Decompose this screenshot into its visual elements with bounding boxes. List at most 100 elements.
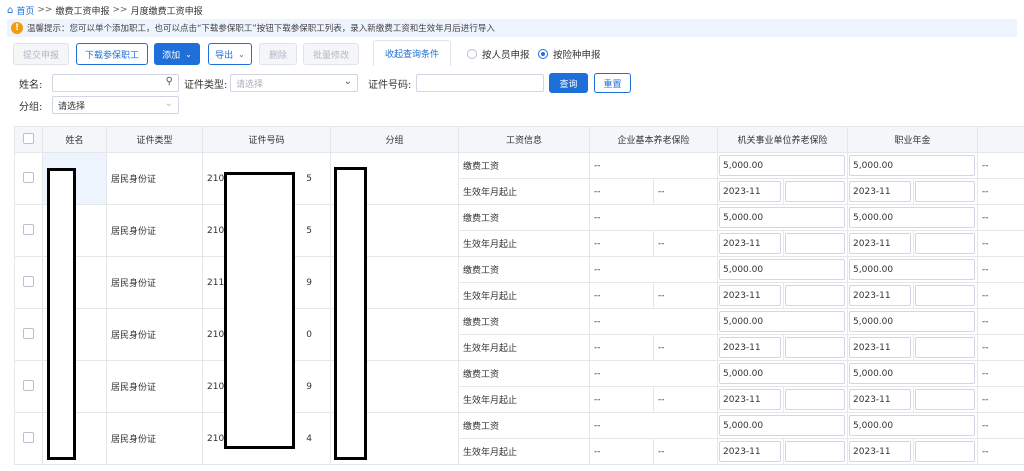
- table-row: 美居民身份证2104缴费工资--5,000.005,000.00--: [14, 412, 1024, 465]
- enterprise-pension-end-cell: --: [652, 230, 719, 257]
- enterprise-pension-wage-cell: --: [588, 204, 719, 231]
- add-button[interactable]: 添加 ⌄: [154, 43, 200, 65]
- search-icon[interactable]: ⚲: [166, 76, 173, 87]
- group-label: 分组:: [19, 102, 43, 113]
- table-row: 美居民身份证2105缴费工资--5,000.005,000.00--: [14, 204, 1024, 257]
- occupational-annuity-wage-input[interactable]: 5,000.00: [849, 363, 976, 384]
- submit-button[interactable]: 提交申报: [13, 43, 69, 65]
- institution-pension-end-input[interactable]: [785, 233, 846, 254]
- row-checkbox[interactable]: [14, 412, 43, 465]
- occupational-annuity-wage-input[interactable]: 5,000.00: [849, 311, 976, 332]
- tab-collapse-query[interactable]: 收起查询条件: [373, 40, 451, 66]
- institution-pension-wage-input[interactable]: 5,000.00: [719, 207, 846, 228]
- enterprise-pension-end-cell: --: [652, 178, 719, 205]
- start-period-label-cell: 生效年月起止: [458, 230, 590, 257]
- occupational-annuity-start-input[interactable]: 2023-11: [849, 389, 912, 410]
- row-checkbox[interactable]: [14, 360, 43, 413]
- reset-button[interactable]: 重置: [594, 73, 631, 93]
- chevron-down-icon: ⌄: [164, 98, 173, 109]
- occupational-annuity-wage-input[interactable]: 5,000.00: [849, 155, 976, 176]
- occupational-annuity-end-input[interactable]: [915, 285, 976, 306]
- enterprise-pension-end-cell: --: [652, 334, 719, 361]
- occupational-annuity-start-input[interactable]: 2023-11: [849, 337, 912, 358]
- extra-cell: --: [977, 152, 1024, 179]
- institution-pension-end-input[interactable]: [785, 285, 846, 306]
- occupational-annuity-start-cell: 2023-11: [847, 386, 915, 413]
- institution-pension-wage-input[interactable]: 5,000.00: [719, 363, 846, 384]
- column-header: 职业年金: [847, 126, 979, 153]
- name-input[interactable]: ⚲: [52, 74, 179, 92]
- extra-cell: --: [977, 282, 1024, 309]
- id-type-placeholder: 请选择: [236, 79, 264, 90]
- institution-pension-wage-input[interactable]: 5,000.00: [719, 311, 846, 332]
- delete-button[interactable]: 删除: [259, 43, 297, 65]
- export-label: 导出: [215, 50, 234, 61]
- occupational-annuity-start-input[interactable]: 2023-11: [849, 181, 912, 202]
- institution-pension-end-cell: [783, 178, 849, 205]
- id-number-input[interactable]: [416, 74, 544, 92]
- id-type-cell: 居民身份证: [106, 360, 203, 413]
- institution-pension-end-input[interactable]: [785, 181, 846, 202]
- group-select[interactable]: 请选择 ⌄: [52, 96, 179, 114]
- institution-pension-start-input[interactable]: 2023-11: [719, 233, 782, 254]
- occupational-annuity-end-cell: [913, 334, 979, 361]
- institution-pension-start-input[interactable]: 2023-11: [719, 441, 782, 462]
- id-number-prefix: 210: [207, 381, 225, 392]
- download-employees-button[interactable]: 下载参保职工: [76, 43, 148, 65]
- query-button[interactable]: 查询: [549, 73, 588, 93]
- enterprise-pension-wage-cell: --: [588, 360, 719, 387]
- wage-label-cell: 缴费工资: [458, 308, 590, 335]
- occupational-annuity-end-input[interactable]: [915, 389, 976, 410]
- id-number-suffix: 4: [306, 433, 312, 444]
- id-type-cell: 居民身份证: [106, 152, 203, 205]
- select-all-checkbox[interactable]: [14, 126, 43, 153]
- table-row: 刘居民身份证2109缴费工资--5,000.005,000.00--: [14, 360, 1024, 413]
- occupational-annuity-end-input[interactable]: [915, 233, 976, 254]
- batch-edit-button[interactable]: 批量修改: [303, 43, 359, 65]
- breadcrumb-separator: >>: [37, 5, 53, 15]
- start-period-label-cell: 生效年月起止: [458, 386, 590, 413]
- enterprise-pension-end-cell: --: [652, 386, 719, 413]
- checkbox-icon: [23, 275, 34, 287]
- occupational-annuity-wage-cell: 5,000.00: [847, 308, 979, 335]
- institution-pension-end-input[interactable]: [785, 389, 846, 410]
- occupational-annuity-end-input[interactable]: [915, 337, 976, 358]
- id-type-select[interactable]: 请选择 ⌄: [230, 74, 358, 92]
- row-checkbox[interactable]: [14, 152, 43, 205]
- institution-pension-wage-input[interactable]: 5,000.00: [719, 155, 846, 176]
- enterprise-pension-wage-cell: --: [588, 308, 719, 335]
- enterprise-pension-wage-cell: --: [588, 412, 719, 439]
- institution-pension-wage-input[interactable]: 5,000.00: [719, 415, 846, 436]
- institution-pension-wage-input[interactable]: 5,000.00: [719, 259, 846, 280]
- radio-by-insurance[interactable]: 按险种申报: [538, 47, 601, 61]
- export-button[interactable]: 导出 ⌄: [208, 43, 252, 65]
- id-type-cell: 居民身份证: [106, 256, 203, 309]
- institution-pension-start-input[interactable]: 2023-11: [719, 389, 782, 410]
- home-icon[interactable]: ⌂: [7, 5, 13, 16]
- institution-pension-start-cell: 2023-11: [717, 230, 785, 257]
- radio-by-person[interactable]: 按人员申报: [467, 47, 530, 61]
- occupational-annuity-wage-input[interactable]: 5,000.00: [849, 207, 976, 228]
- occupational-annuity-start-input[interactable]: 2023-11: [849, 441, 912, 462]
- occupational-annuity-wage-input[interactable]: 5,000.00: [849, 259, 976, 280]
- occupational-annuity-start-cell: 2023-11: [847, 282, 915, 309]
- institution-pension-start-input[interactable]: 2023-11: [719, 285, 782, 306]
- institution-pension-start-input[interactable]: 2023-11: [719, 181, 782, 202]
- institution-pension-end-input[interactable]: [785, 337, 846, 358]
- row-checkbox[interactable]: [14, 256, 43, 309]
- row-checkbox[interactable]: [14, 308, 43, 361]
- institution-pension-start-input[interactable]: 2023-11: [719, 337, 782, 358]
- occupational-annuity-wage-input[interactable]: 5,000.00: [849, 415, 976, 436]
- breadcrumb-level1[interactable]: 缴费工资申报: [55, 4, 109, 17]
- radio-by-person-label: 按人员申报: [482, 50, 530, 61]
- extra-cell: --: [977, 204, 1024, 231]
- occupational-annuity-end-input[interactable]: [915, 181, 976, 202]
- breadcrumb-home[interactable]: 首页: [16, 4, 34, 17]
- institution-pension-end-input[interactable]: [785, 441, 846, 462]
- column-header: [977, 126, 1024, 153]
- occupational-annuity-start-input[interactable]: 2023-11: [849, 233, 912, 254]
- row-checkbox[interactable]: [14, 204, 43, 257]
- occupational-annuity-end-input[interactable]: [915, 441, 976, 462]
- occupational-annuity-start-input[interactable]: 2023-11: [849, 285, 912, 306]
- enterprise-pension-start-cell: --: [589, 386, 654, 413]
